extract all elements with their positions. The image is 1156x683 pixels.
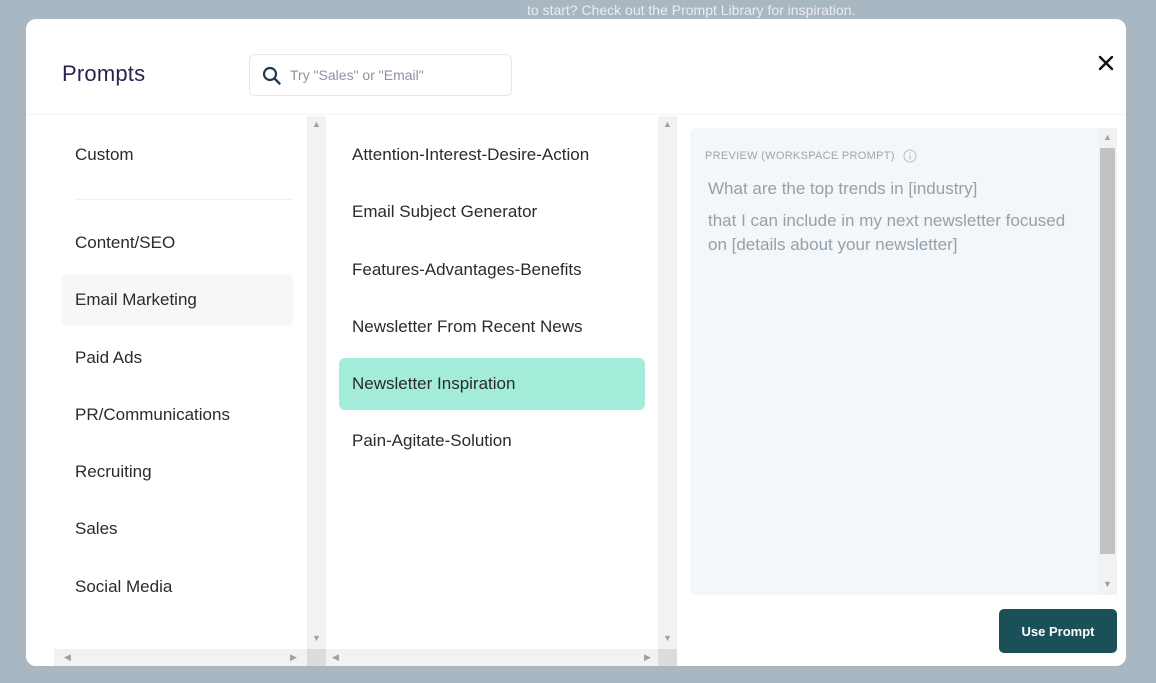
- scroll-down-icon[interactable]: ▼: [1103, 580, 1112, 589]
- category-item-social-media[interactable]: Social Media: [62, 561, 293, 613]
- category-item-pr-communications[interactable]: PR/Communications: [62, 389, 293, 441]
- search-icon: [262, 66, 281, 85]
- preview-line: that I can include in my next newsletter…: [708, 211, 1066, 254]
- scroll-corner: [658, 649, 677, 666]
- scroll-up-icon[interactable]: ▲: [663, 120, 672, 129]
- close-icon[interactable]: [1094, 51, 1118, 75]
- category-divider: [75, 199, 293, 200]
- backdrop-hint: to start? Check out the Prompt Library f…: [527, 2, 856, 18]
- preview-label-text: PREVIEW (WORKSPACE PROMPT): [705, 150, 895, 162]
- modal-header: Prompts: [26, 19, 1126, 115]
- use-prompt-button[interactable]: Use Prompt: [999, 609, 1117, 653]
- scroll-up-icon[interactable]: ▲: [312, 120, 321, 129]
- preview-body: What are the top trends in [industry] th…: [708, 177, 1078, 265]
- category-item-sales[interactable]: Sales: [62, 503, 293, 555]
- prompt-item-aida[interactable]: Attention-Interest-Desire-Action: [339, 129, 645, 181]
- category-item-recruiting[interactable]: Recruiting: [62, 446, 293, 498]
- page-title: Prompts: [62, 61, 146, 86]
- scroll-corner: [307, 649, 326, 666]
- category-vertical-scrollbar[interactable]: ▲ ▼: [307, 116, 326, 649]
- prompt-horizontal-scrollbar[interactable]: ◀ ▶: [326, 649, 658, 666]
- prompt-preview: PREVIEW (WORKSPACE PROMPT) What are the …: [690, 128, 1117, 595]
- prompt-item-newsletter-inspiration[interactable]: Newsletter Inspiration: [339, 358, 645, 410]
- scroll-left-icon[interactable]: ◀: [332, 653, 339, 662]
- prompt-item-newsletter-recent-news[interactable]: Newsletter From Recent News: [339, 301, 645, 353]
- category-horizontal-scrollbar[interactable]: ◀ ▶: [54, 649, 307, 666]
- scroll-right-icon[interactable]: ▶: [290, 653, 297, 662]
- category-item-custom[interactable]: Custom: [62, 129, 293, 181]
- category-item-content-seo[interactable]: Content/SEO: [62, 217, 293, 269]
- prompt-item-email-subject-generator[interactable]: Email Subject Generator: [339, 186, 645, 238]
- scroll-left-icon[interactable]: ◀: [64, 653, 71, 662]
- preview-label: PREVIEW (WORKSPACE PROMPT): [705, 149, 917, 163]
- scroll-up-icon[interactable]: ▲: [1103, 133, 1112, 142]
- prompt-item-pas[interactable]: Pain-Agitate-Solution: [339, 415, 645, 467]
- category-item-paid-ads[interactable]: Paid Ads: [62, 332, 293, 384]
- category-item-email-marketing[interactable]: Email Marketing: [62, 274, 293, 326]
- info-icon[interactable]: [903, 149, 917, 163]
- prompt-item-fab[interactable]: Features-Advantages-Benefits: [339, 244, 645, 296]
- prompts-modal: Prompts Custom Content/SEO Email Marketi…: [26, 19, 1126, 666]
- preview-scroll-thumb[interactable]: [1100, 148, 1115, 554]
- preview-line: What are the top trends in [industry]: [708, 179, 978, 198]
- search-input[interactable]: [290, 55, 505, 95]
- scroll-right-icon[interactable]: ▶: [644, 653, 651, 662]
- preview-vertical-scrollbar[interactable]: ▲ ▼: [1098, 128, 1117, 595]
- prompt-vertical-scrollbar[interactable]: ▲ ▼: [658, 116, 677, 649]
- scroll-down-icon[interactable]: ▼: [312, 634, 321, 643]
- search-box[interactable]: [249, 54, 512, 96]
- prompt-list: Attention-Interest-Desire-Action Email S…: [326, 116, 659, 651]
- scroll-down-icon[interactable]: ▼: [663, 634, 672, 643]
- category-list: Custom Content/SEO Email Marketing Paid …: [26, 116, 307, 666]
